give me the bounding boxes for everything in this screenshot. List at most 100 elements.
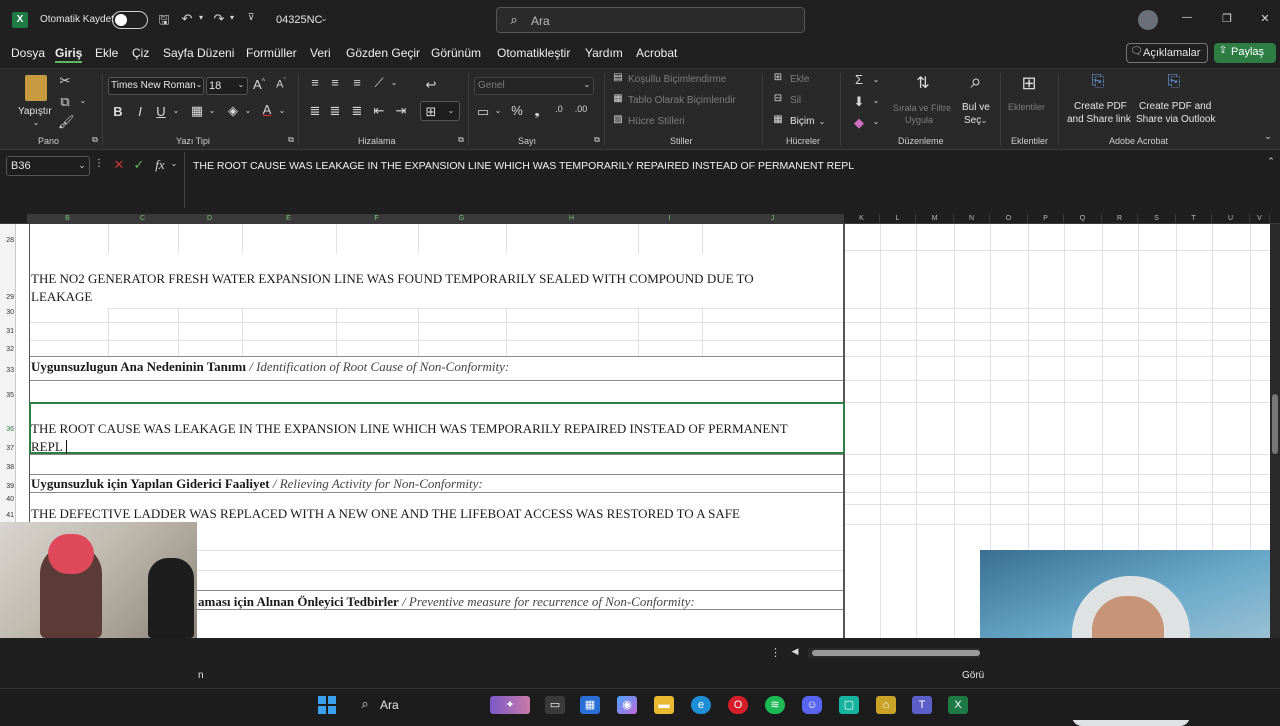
confirm-entry-icon[interactable]: ✓: [132, 157, 146, 173]
opera-icon[interactable]: O: [728, 696, 748, 714]
sort-filter-label-2[interactable]: Uygula: [905, 115, 933, 125]
pdf-outlook-label-2[interactable]: Share via Outlook: [1136, 114, 1216, 125]
discord-icon[interactable]: ☺: [802, 696, 822, 714]
addins-label[interactable]: Eklentiler: [1008, 102, 1045, 112]
wrap-text-icon[interactable]: ↩: [424, 77, 438, 93]
find-select-icon[interactable]: ⌕: [964, 71, 988, 94]
teams-icon[interactable]: T: [912, 696, 932, 714]
sort-filter-icon[interactable]: ⇅: [912, 73, 934, 93]
format-table-label[interactable]: Tablo Olarak Biçimlendir: [628, 95, 736, 106]
cut-icon[interactable]: ✂: [58, 73, 72, 89]
column-header-a[interactable]: [16, 214, 28, 224]
alignment-launcher-icon[interactable]: ⧉: [456, 135, 466, 145]
decrease-indent-icon[interactable]: ⇤: [372, 103, 386, 119]
tab-home[interactable]: Giriş: [55, 46, 83, 63]
customize-toolbar-icon[interactable]: ⊽: [246, 12, 256, 23]
column-header-c[interactable]: C: [108, 214, 178, 224]
clear-dropdown-icon[interactable]: ⌄: [872, 117, 880, 126]
vertical-scroll-thumb[interactable]: [1272, 394, 1278, 454]
excel-taskbar-icon[interactable]: X: [948, 696, 968, 714]
format-cells-icon[interactable]: ▦: [772, 114, 784, 125]
align-top-icon[interactable]: ≡: [308, 75, 322, 90]
tab-insert[interactable]: Ekle: [95, 46, 118, 60]
pdf-outlook-label-1[interactable]: Create PDF and: [1139, 101, 1211, 112]
scroll-left-icon[interactable]: ◀: [790, 646, 800, 657]
find-select-label-2[interactable]: Seç: [964, 115, 981, 126]
view-label[interactable]: Görü: [962, 670, 984, 681]
align-left-icon[interactable]: ≣: [308, 103, 322, 119]
sort-filter-label-1[interactable]: Sırala ve Filtre: [893, 103, 951, 113]
search-box[interactable]: ⌕ Ara: [496, 7, 805, 33]
share-button[interactable]: ⇪ Paylaş: [1214, 43, 1276, 63]
accounting-icon[interactable]: ▭: [476, 104, 490, 120]
notes-app-icon[interactable]: ⌂: [876, 696, 896, 714]
store-icon[interactable]: ▦: [580, 696, 600, 714]
underline-icon[interactable]: U: [155, 104, 167, 119]
name-box[interactable]: B36 ⌄: [6, 156, 90, 176]
row-header-28[interactable]: 28: [0, 237, 16, 244]
formula-input[interactable]: THE ROOT CAUSE WAS LEAKAGE IN THE EXPANS…: [184, 152, 1280, 208]
font-size-select[interactable]: 18 ⌄: [206, 77, 248, 95]
tab-help[interactable]: Yardım: [585, 46, 623, 60]
column-header-l[interactable]: L: [880, 214, 916, 224]
edge-icon[interactable]: e: [691, 696, 711, 714]
formula-collapse-icon[interactable]: ⌃: [1266, 156, 1276, 167]
column-header-m[interactable]: M: [916, 214, 954, 224]
increase-decimal-icon[interactable]: .0: [552, 104, 566, 114]
font-color-icon[interactable]: A: [260, 102, 274, 117]
font-launcher-icon[interactable]: ⧉: [286, 135, 296, 145]
file-name[interactable]: 04325NC: [276, 14, 322, 26]
align-bottom-icon[interactable]: ≡: [350, 75, 364, 90]
row-header-36[interactable]: 36: [0, 426, 16, 433]
column-header-f[interactable]: F: [336, 214, 418, 224]
copy-icon[interactable]: ⧉: [58, 94, 72, 110]
row-header-37[interactable]: 37: [0, 445, 16, 452]
align-center-icon[interactable]: ≣: [328, 103, 342, 119]
increase-indent-icon[interactable]: ⇥: [394, 103, 408, 119]
decrease-decimal-icon[interactable]: .00: [574, 104, 588, 114]
insert-function-icon[interactable]: fx: [152, 157, 168, 173]
fill-color-dropdown-icon[interactable]: ⌄: [244, 106, 252, 115]
column-header-d[interactable]: D: [178, 214, 242, 224]
autosum-icon[interactable]: Σ: [852, 72, 866, 87]
row-header-33[interactable]: 33: [0, 367, 16, 374]
fill-dropdown-icon[interactable]: ⌄: [872, 96, 880, 105]
pdf-share-label-2[interactable]: and Share link: [1067, 114, 1131, 125]
column-header-t[interactable]: T: [1176, 214, 1212, 224]
column-header-e[interactable]: E: [242, 214, 336, 224]
column-header-s[interactable]: S: [1138, 214, 1176, 224]
comments-button[interactable]: 🗨 Açıklamalar: [1126, 43, 1208, 63]
tab-automate[interactable]: Otomatikleştir: [497, 46, 570, 60]
pdf-share-icon[interactable]: ⎘: [1088, 73, 1108, 91]
column-header-b[interactable]: B: [28, 214, 108, 224]
bold-icon[interactable]: B: [112, 104, 124, 119]
underline-dropdown-icon[interactable]: ⌄: [172, 106, 180, 115]
addins-icon[interactable]: ⊞: [1016, 73, 1042, 94]
merge-center-button[interactable]: ⊞ ⌄: [420, 101, 460, 121]
format-cells-dropdown-icon[interactable]: ⌄: [818, 117, 826, 126]
row-header-39[interactable]: 39: [0, 483, 16, 490]
row-header-31[interactable]: 31: [0, 328, 16, 335]
delete-cells-label[interactable]: Sil: [790, 95, 801, 106]
sheet-tabs-more-icon[interactable]: ⋮: [770, 646, 781, 659]
column-header-i[interactable]: I: [638, 214, 702, 224]
formula-more-icon[interactable]: ⋮: [94, 158, 104, 169]
column-header-n[interactable]: N: [954, 214, 990, 224]
tab-formulas[interactable]: Formüller: [246, 46, 297, 60]
tab-review[interactable]: Gözden Geçir: [346, 46, 420, 60]
autosum-dropdown-icon[interactable]: ⌄: [872, 75, 880, 84]
chat-app-icon[interactable]: ▢: [839, 696, 859, 714]
autosave-toggle[interactable]: [112, 11, 148, 29]
copilot-icon[interactable]: ◉: [617, 696, 637, 714]
row-header-41[interactable]: 41: [0, 512, 16, 519]
comma-icon[interactable]: ❟: [532, 103, 542, 119]
insert-cells-label[interactable]: Ekle: [790, 74, 809, 85]
row-header-38[interactable]: 38: [0, 464, 16, 471]
cell-styles-icon[interactable]: ▧: [612, 114, 624, 125]
taskbar-search[interactable]: ⌕ Ara: [350, 693, 480, 717]
orientation-dropdown-icon[interactable]: ⌄: [390, 78, 398, 87]
percent-icon[interactable]: %: [510, 103, 524, 118]
number-format-select[interactable]: Genel ⌄: [474, 77, 594, 95]
row-header-30[interactable]: 30: [0, 309, 16, 316]
windows-start-icon[interactable]: [318, 696, 336, 714]
